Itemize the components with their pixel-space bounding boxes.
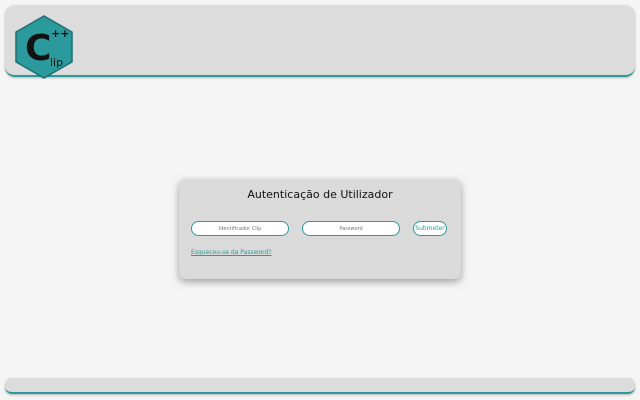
- forgot-password-link[interactable]: Esqueceu-se da Password?: [191, 249, 272, 256]
- header-bar: C ++ lip: [5, 5, 635, 79]
- submit-button[interactable]: Submeter: [413, 221, 447, 236]
- logo-subscript: lip: [50, 56, 63, 69]
- login-title: Autenticação de Utilizador: [247, 188, 393, 201]
- page: C ++ lip Autenticação de Utilizador Subm…: [0, 0, 640, 400]
- password-input[interactable]: [302, 221, 400, 236]
- clip-logo-icon: C ++ lip: [15, 15, 73, 79]
- login-card: Autenticação de Utilizador Submeter Esqu…: [179, 179, 461, 279]
- logo-letter: C: [25, 28, 51, 69]
- clip-id-input[interactable]: [191, 221, 289, 236]
- footer-bar: [5, 378, 635, 394]
- logo-superscript: ++: [51, 27, 69, 40]
- clip-logo[interactable]: C ++ lip: [14, 15, 74, 79]
